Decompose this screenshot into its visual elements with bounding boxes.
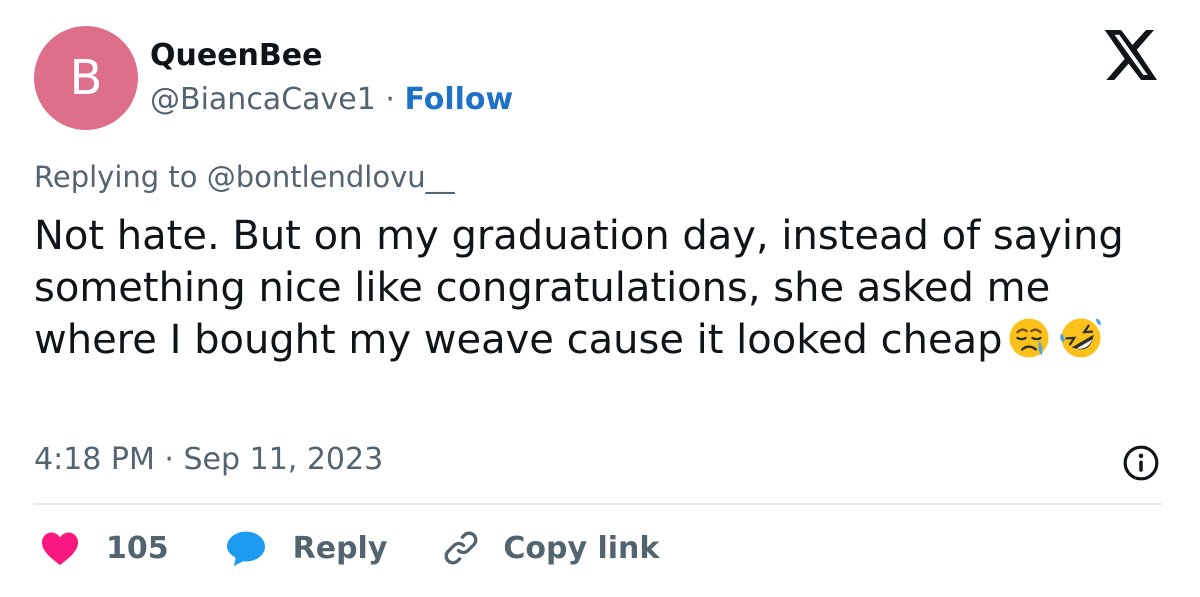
tweet-text: Not hate. But on my graduation day, inst… (34, 213, 1124, 363)
action-bar: 105 Reply Copy link (40, 528, 659, 568)
tweet-body: Not hate. But on my graduation day, inst… (34, 210, 1144, 366)
link-icon (445, 531, 478, 565)
info-icon[interactable] (1122, 444, 1160, 482)
x-logo-icon[interactable] (1104, 30, 1160, 80)
separator-dot: · (375, 82, 405, 117)
copy-link-label: Copy link (503, 530, 660, 566)
heart-icon (42, 532, 78, 566)
rolling-on-floor-laughing-emoji-icon (1059, 318, 1101, 358)
copy-link-button[interactable]: Copy link (441, 528, 659, 568)
replying-to[interactable]: Replying to @bontlendlovu__ (34, 160, 455, 194)
crying-face-emoji-icon (1008, 318, 1049, 358)
author-handle-line: @BiancaCave1 · Follow (150, 82, 513, 117)
tweet-card: B QueenBee @BiancaCave1 · Follow Replyin… (0, 0, 1200, 597)
reply-button[interactable]: Reply (225, 529, 388, 567)
like-button[interactable]: 105 (40, 530, 169, 566)
author-handle[interactable]: @BiancaCave1 (150, 82, 376, 117)
avatar-initial: B (69, 50, 103, 106)
divider (34, 503, 1162, 505)
follow-button[interactable]: Follow (404, 82, 513, 117)
tweet-timestamp[interactable]: 4:18 PM · Sep 11, 2023 (34, 442, 383, 477)
author-name[interactable]: QueenBee (150, 38, 322, 73)
speech-bubble-icon (226, 531, 265, 567)
reply-label: Reply (292, 530, 388, 566)
avatar[interactable]: B (34, 26, 138, 130)
like-count: 105 (106, 530, 169, 566)
